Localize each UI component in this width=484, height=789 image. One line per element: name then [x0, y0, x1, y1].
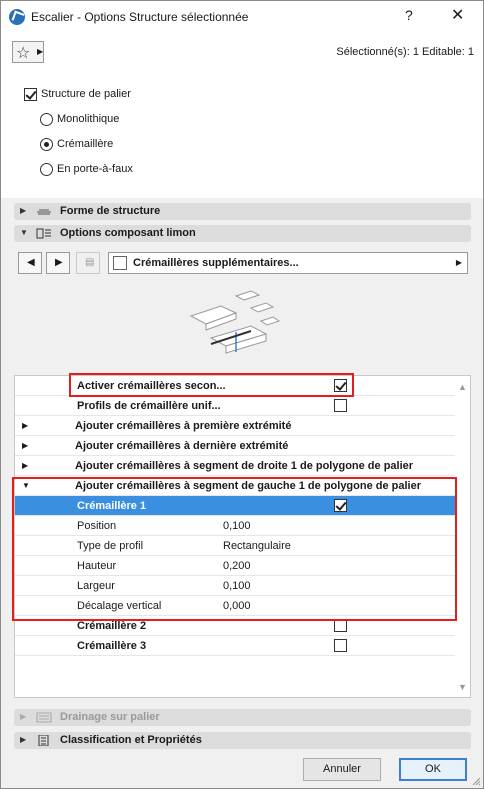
archicad-app-icon: [9, 9, 25, 25]
chevron-right-icon: ▶: [455, 258, 462, 267]
stringer-3-row[interactable]: Crémaillère 3: [15, 636, 455, 656]
chevron-right-icon: ▶: [37, 47, 44, 56]
favorites-button[interactable]: ☆ ▶: [12, 41, 44, 63]
previous-page-button[interactable]: ◀: [18, 252, 42, 274]
highlight-box: [12, 477, 457, 621]
group-first-end: Ajouter crémaillères à première extrémit…: [75, 420, 292, 432]
chevron-right-icon: ▶: [22, 421, 29, 430]
page-dropdown[interactable]: Crémaillères supplémentaires... ▶: [108, 252, 468, 274]
page-navigation-bar: ◀ ▶ ▤ Crémaillères supplémentaires... ▶: [18, 252, 468, 274]
chevron-right-icon: ▶: [22, 461, 29, 470]
chevron-right-icon: ▶: [20, 712, 27, 721]
section-stringer-options-label: Options composant limon: [60, 227, 196, 239]
chevron-right-icon: ▶: [22, 441, 29, 450]
document-icon: ▤: [85, 257, 95, 268]
section-classification-label: Classification et Propriétés: [60, 734, 202, 746]
chevron-down-icon: ▼: [20, 228, 28, 237]
dialog-window: Escalier - Options Structure sélectionné…: [0, 0, 484, 789]
close-button[interactable]: ✕: [451, 5, 464, 25]
next-page-button[interactable]: ▶: [46, 252, 70, 274]
scroll-up-icon[interactable]: ▲: [458, 382, 467, 392]
stringer-page-icon: [113, 256, 127, 270]
ok-button[interactable]: OK: [399, 758, 467, 781]
section-drainage[interactable]: ▶ Drainage sur palier: [14, 709, 471, 726]
stringer-options-icon: [36, 228, 51, 239]
chevron-right-icon: ▶: [20, 735, 27, 744]
stringer-2-label: Crémaillère 2: [77, 620, 147, 632]
radio-stringer-label: Crémaillère: [57, 138, 114, 150]
resize-grip-icon[interactable]: [471, 776, 481, 786]
section-drainage-label: Drainage sur palier: [60, 711, 160, 723]
list-item[interactable]: ▶ Ajouter crémaillères à première extrém…: [15, 416, 455, 436]
title-bar: Escalier - Options Structure sélectionné…: [1, 1, 483, 32]
scroll-down-icon[interactable]: ▼: [458, 682, 467, 692]
uniform-profiles-checkbox[interactable]: [334, 399, 347, 412]
list-item[interactable]: ▶ Ajouter crémaillères à segment de droi…: [15, 456, 455, 476]
radio-cantilever-label: En porte-à-faux: [57, 163, 133, 175]
radio-cantilever[interactable]: [40, 163, 53, 176]
window-title: Escalier - Options Structure sélectionné…: [31, 10, 249, 24]
stringer-3-checkbox[interactable]: [334, 639, 347, 652]
highlight-box: [69, 373, 354, 397]
chevron-right-icon: ▶: [55, 257, 63, 268]
classification-icon: [38, 735, 49, 746]
chevron-left-icon: ◀: [27, 257, 35, 268]
group-last-end: Ajouter crémaillères à dernière extrémit…: [75, 440, 289, 452]
help-button[interactable]: ?: [405, 7, 413, 23]
radio-stringer[interactable]: [40, 138, 53, 151]
stringer-preview-image: [189, 290, 281, 354]
drainage-icon: [36, 712, 52, 723]
group-right-segment: Ajouter crémaillères à segment de droite…: [75, 460, 414, 472]
cancel-button[interactable]: Annuler: [303, 758, 381, 781]
section-structure-shape-label: Forme de structure: [60, 205, 161, 217]
selection-info: Sélectionné(s): 1 Editable: 1: [336, 46, 474, 58]
radio-monolithic[interactable]: [40, 113, 53, 126]
list-item[interactable]: ▶ Ajouter crémaillères à dernière extrém…: [15, 436, 455, 456]
landing-structure-label: Structure de palier: [41, 88, 131, 100]
list-item[interactable]: Profils de crémaillère unif...: [15, 396, 455, 416]
section-classification[interactable]: ▶ Classification et Propriétés: [14, 732, 471, 749]
star-icon: ☆: [16, 45, 31, 62]
page-dropdown-value: Crémaillères supplémentaires...: [133, 257, 299, 269]
chevron-right-icon: ▶: [20, 206, 27, 215]
radio-monolithic-label: Monolithique: [57, 113, 120, 125]
section-stringer-options[interactable]: ▼ Options composant limon: [14, 225, 471, 242]
uniform-profiles-label: Profils de crémaillère unif...: [77, 400, 221, 412]
section-structure-shape[interactable]: ▶ Forme de structure: [14, 203, 471, 220]
stringer-3-label: Crémaillère 3: [77, 640, 147, 652]
landing-structure-checkbox[interactable]: [24, 88, 37, 101]
structure-shape-icon: [37, 209, 51, 215]
page-list-button[interactable]: ▤: [76, 252, 100, 274]
